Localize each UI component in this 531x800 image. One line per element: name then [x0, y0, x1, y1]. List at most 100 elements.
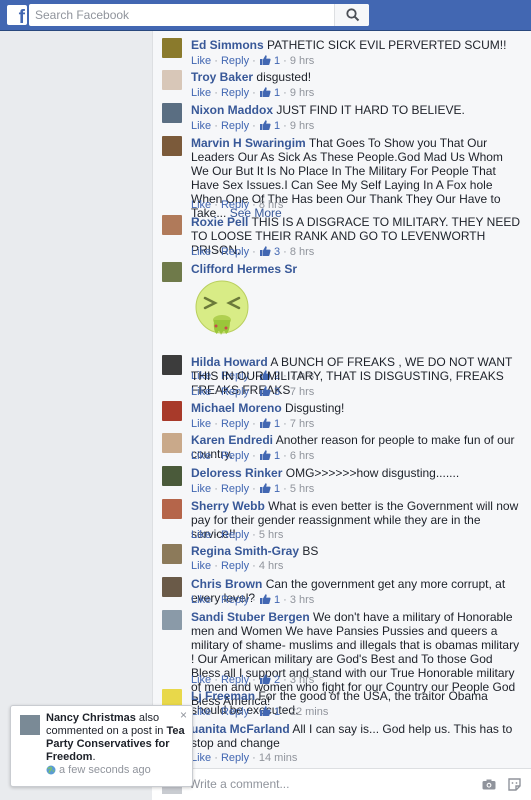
avatar[interactable]	[162, 38, 182, 58]
like-link[interactable]: Like	[191, 674, 211, 686]
thumbs-up-icon	[259, 87, 271, 97]
like-link[interactable]: Like	[191, 87, 211, 99]
timestamp[interactable]: 8 hrs	[259, 199, 283, 211]
comment-author[interactable]: Marvin H Swaringim	[191, 136, 306, 150]
reply-link[interactable]: Reply	[221, 246, 249, 258]
timestamp[interactable]: 8 hrs	[290, 246, 314, 258]
comment-author[interactable]: Troy Baker	[191, 70, 253, 84]
sticker-icon[interactable]	[508, 778, 521, 791]
like-link[interactable]: Like	[191, 386, 211, 398]
timestamp[interactable]: 4 hrs	[259, 560, 283, 572]
comment-author[interactable]: Nixon Maddox	[191, 103, 273, 117]
comment-actions: Like · Reply · 3 · 7 hrs	[191, 386, 315, 398]
timestamp[interactable]: 9 hrs	[290, 55, 314, 67]
notification-popup[interactable]: Nancy Christmas also commented on a post…	[10, 705, 193, 787]
like-link[interactable]: Like	[191, 594, 211, 606]
avatar[interactable]	[162, 577, 182, 597]
timestamp[interactable]: 22 mins	[290, 706, 329, 718]
comment-text: OMG>>>>>>how disgusting.......	[285, 466, 460, 480]
comment-author[interactable]: uanita McFarland	[191, 722, 290, 736]
comment-author[interactable]: Chris Brown	[191, 577, 262, 591]
search-button[interactable]	[334, 4, 369, 26]
timestamp[interactable]: 3 hrs	[290, 594, 314, 606]
comment-body: Troy Baker disgusted!	[191, 70, 522, 84]
thumbs-up-icon	[259, 706, 271, 716]
like-link[interactable]: Like	[191, 752, 211, 764]
comment-body: Nixon Maddox JUST FIND IT HARD TO BELIEV…	[191, 103, 522, 117]
avatar[interactable]	[162, 610, 182, 630]
comment-author[interactable]: Karen Endredi	[191, 433, 273, 447]
like-link[interactable]: Like	[191, 199, 211, 211]
like-link[interactable]: Like	[191, 706, 211, 718]
like-link[interactable]: Like	[191, 55, 211, 67]
comment-author[interactable]: Lj Freeman	[191, 689, 255, 703]
avatar[interactable]	[162, 215, 182, 235]
timestamp[interactable]: 5 hrs	[290, 483, 314, 495]
reply-link[interactable]: Reply	[221, 483, 249, 495]
like-link[interactable]: Like	[191, 418, 211, 430]
comment-actions: Like · Reply · 1 · 22 mins	[191, 706, 329, 718]
comment-author[interactable]: Hilda Howard	[191, 355, 268, 369]
avatar[interactable]	[162, 544, 182, 564]
reply-link[interactable]: Reply	[221, 752, 249, 764]
comment-author[interactable]: Regina Smith-Gray	[191, 544, 299, 558]
timestamp[interactable]: 9 hrs	[290, 87, 314, 99]
reply-link[interactable]: Reply	[221, 450, 249, 462]
reply-link[interactable]: Reply	[221, 55, 249, 67]
camera-icon[interactable]	[482, 779, 496, 790]
search-icon	[346, 8, 360, 22]
reply-link[interactable]: Reply	[221, 87, 249, 99]
comment-actions: Like · Reply · 1 · 9 hrs	[191, 120, 315, 132]
avatar[interactable]	[162, 499, 182, 519]
facebook-logo-icon[interactable]: f	[7, 5, 27, 25]
avatar[interactable]	[162, 103, 182, 123]
comment-actions: Like · Reply · 2 · 3 hrs	[191, 674, 315, 686]
comment-author[interactable]: Sandi Stuber Bergen	[191, 610, 310, 624]
comment-body: Regina Smith-Gray BS	[191, 544, 522, 558]
like-link[interactable]: Like	[191, 560, 211, 572]
comment-author[interactable]: Ed Simmons	[191, 38, 264, 52]
like-link[interactable]: Like	[191, 246, 211, 258]
comment-actions: Like · Reply · 3 · 8 hrs	[191, 246, 315, 258]
comment-author[interactable]: Michael Moreno	[191, 401, 282, 415]
comment-actions: Like · Reply · 1 · 3 hrs	[191, 594, 315, 606]
avatar[interactable]	[162, 401, 182, 421]
timestamp[interactable]: 6 hrs	[290, 450, 314, 462]
like-link[interactable]: Like	[191, 120, 211, 132]
reply-link[interactable]: Reply	[221, 674, 249, 686]
reply-link[interactable]: Reply	[221, 418, 249, 430]
timestamp[interactable]: 3 hrs	[290, 674, 314, 686]
timestamp[interactable]: 7 hrs	[290, 386, 314, 398]
like-link[interactable]: Like	[191, 483, 211, 495]
comment-author[interactable]: Deloress Rinker	[191, 466, 282, 480]
reply-link[interactable]: Reply	[221, 594, 249, 606]
like-link[interactable]: Like	[191, 450, 211, 462]
avatar[interactable]	[162, 136, 182, 156]
reply-link[interactable]: Reply	[221, 199, 249, 211]
timestamp[interactable]: 5 hrs	[259, 529, 283, 541]
like-link[interactable]: Like	[191, 529, 211, 541]
left-gutter	[0, 31, 152, 800]
write-comment-input[interactable]	[189, 774, 469, 794]
reply-link[interactable]: Reply	[221, 120, 249, 132]
timestamp[interactable]: 9 hrs	[290, 120, 314, 132]
reply-link[interactable]: Reply	[221, 706, 249, 718]
reply-link[interactable]: Reply	[221, 529, 249, 541]
avatar[interactable]	[162, 262, 182, 282]
avatar[interactable]	[162, 70, 182, 90]
timestamp[interactable]: 14 mins	[259, 752, 298, 764]
comment-text: JUST FIND IT HARD TO BELIEVE.	[276, 103, 465, 117]
comment-author[interactable]: Roxie Pell	[191, 215, 248, 229]
comment-author[interactable]: Sherry Webb	[191, 499, 265, 513]
avatar[interactable]	[162, 355, 182, 375]
timestamp[interactable]: 7 hrs	[290, 418, 314, 430]
comment-author[interactable]: Clifford Hermes Sr	[191, 262, 297, 276]
avatar[interactable]	[162, 466, 182, 486]
search-input[interactable]	[29, 4, 334, 26]
close-icon[interactable]: ×	[180, 708, 187, 722]
sick-face-sticker-icon	[195, 280, 249, 335]
search-box	[29, 4, 369, 26]
reply-link[interactable]: Reply	[221, 560, 249, 572]
reply-link[interactable]: Reply	[221, 386, 249, 398]
avatar[interactable]	[162, 433, 182, 453]
